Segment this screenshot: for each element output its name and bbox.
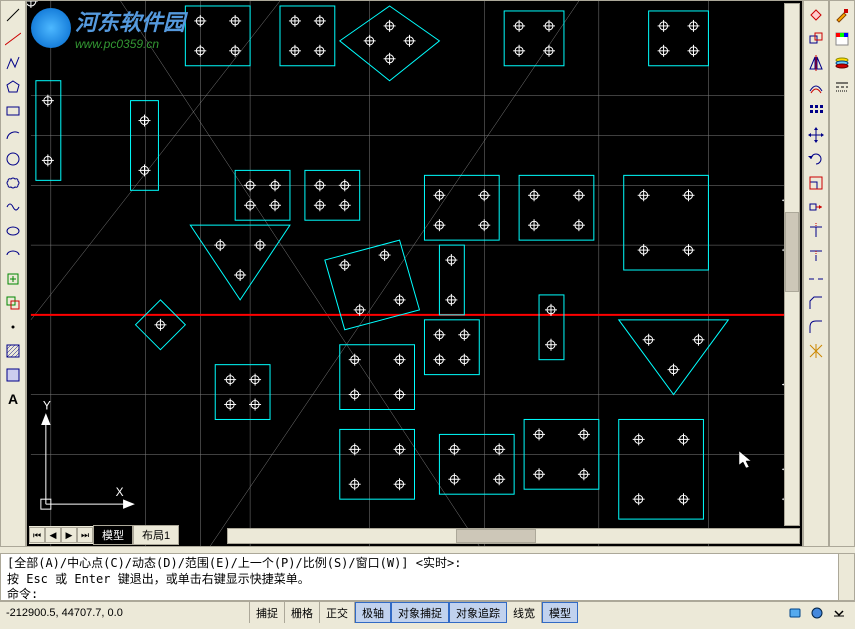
- coordinates-display[interactable]: -212900.5, 44707.7, 0.0: [0, 602, 250, 623]
- scale-tool[interactable]: [805, 172, 827, 194]
- extend-tool[interactable]: [805, 244, 827, 266]
- arc-tool[interactable]: [2, 124, 24, 146]
- revision-cloud-tool[interactable]: [2, 172, 24, 194]
- point-tool[interactable]: [2, 316, 24, 338]
- svg-text:A: A: [8, 391, 18, 407]
- linetype-tool[interactable]: [831, 76, 853, 98]
- color-tool[interactable]: [831, 28, 853, 50]
- tab-first-button[interactable]: ⏮: [29, 527, 45, 543]
- rectangle-tool[interactable]: [2, 100, 24, 122]
- watermark-logo: [31, 8, 71, 48]
- explode-tool[interactable]: [805, 340, 827, 362]
- hatch-tool[interactable]: [2, 340, 24, 362]
- watermark: 河东软件园 www.pc0359.cn: [31, 5, 185, 51]
- draw-toolbar: A: [0, 0, 26, 547]
- status-bar: -212900.5, 44707.7, 0.0 捕捉 栅格 正交 极轴 对象捕捉…: [0, 601, 855, 623]
- match-properties-tool[interactable]: [831, 4, 853, 26]
- tab-last-button[interactable]: ⏭: [77, 527, 93, 543]
- tray-icon[interactable]: [831, 605, 847, 621]
- line-tool[interactable]: [2, 4, 24, 26]
- svg-text:Y: Y: [43, 399, 51, 413]
- tab-layout1[interactable]: 布局1: [133, 525, 179, 545]
- polyline-tool[interactable]: [2, 52, 24, 74]
- otrack-toggle[interactable]: 对象追踪: [449, 602, 507, 623]
- modify-toolbar: [803, 0, 829, 547]
- spline-tool[interactable]: [2, 196, 24, 218]
- polygon-tool[interactable]: [2, 76, 24, 98]
- watermark-title: 河东软件园: [75, 5, 185, 37]
- construction-line-tool[interactable]: [2, 28, 24, 50]
- ortho-toggle[interactable]: 正交: [320, 602, 355, 623]
- array-tool[interactable]: [805, 100, 827, 122]
- fillet-tool[interactable]: [805, 316, 827, 338]
- snap-toggle[interactable]: 捕捉: [250, 602, 285, 623]
- copy-tool[interactable]: [805, 28, 827, 50]
- polar-toggle[interactable]: 极轴: [355, 602, 391, 623]
- erase-tool[interactable]: [805, 4, 827, 26]
- text-tool[interactable]: A: [2, 388, 24, 410]
- comm-icon[interactable]: [787, 605, 803, 621]
- command-window[interactable]: [全部(A)/中心点(C)/动态(D)/范围(E)/上一个(P)/比例(S)/窗…: [0, 553, 855, 601]
- svg-text:X: X: [116, 485, 124, 499]
- rotate-tool[interactable]: [805, 148, 827, 170]
- mirror-tool[interactable]: [805, 52, 827, 74]
- watermark-url: www.pc0359.cn: [75, 37, 185, 51]
- command-scrollbar[interactable]: [838, 554, 854, 600]
- tab-model[interactable]: 模型: [93, 525, 133, 545]
- circle-tool[interactable]: [2, 148, 24, 170]
- ellipse-arc-tool[interactable]: [2, 244, 24, 266]
- move-tool[interactable]: [805, 124, 827, 146]
- region-tool[interactable]: [2, 364, 24, 386]
- vertical-scrollbar[interactable]: [784, 3, 800, 526]
- model-tabs: ⏮ ◀ ▶ ⏭ 模型 布局1: [29, 526, 179, 544]
- trim-tool[interactable]: [805, 220, 827, 242]
- properties-toolbar: [829, 0, 855, 547]
- model-toggle[interactable]: 模型: [542, 602, 578, 623]
- layer-tool[interactable]: [831, 52, 853, 74]
- status-dot-icon[interactable]: [809, 605, 825, 621]
- lineweight-toggle[interactable]: 线宽: [507, 602, 542, 623]
- osnap-toggle[interactable]: 对象捕捉: [391, 602, 449, 623]
- cad-drawing: Y X: [27, 1, 802, 546]
- insert-block-tool[interactable]: [2, 268, 24, 290]
- break-tool[interactable]: [805, 268, 827, 290]
- offset-tool[interactable]: [805, 76, 827, 98]
- stretch-tool[interactable]: [805, 196, 827, 218]
- chamfer-tool[interactable]: [805, 292, 827, 314]
- grid-toggle[interactable]: 栅格: [285, 602, 320, 623]
- drawing-canvas[interactable]: 河东软件园 www.pc0359.cn: [26, 0, 803, 547]
- ellipse-tool[interactable]: [2, 220, 24, 242]
- tab-next-button[interactable]: ▶: [61, 527, 77, 543]
- make-block-tool[interactable]: [2, 292, 24, 314]
- horizontal-scrollbar[interactable]: [227, 528, 800, 544]
- command-text: [全部(A)/中心点(C)/动态(D)/范围(E)/上一个(P)/比例(S)/窗…: [1, 554, 838, 600]
- tab-prev-button[interactable]: ◀: [45, 527, 61, 543]
